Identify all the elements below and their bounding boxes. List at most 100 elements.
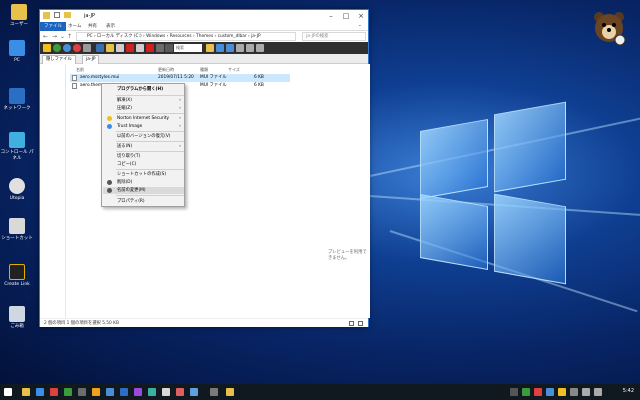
tiles-icon[interactable] (256, 44, 264, 52)
tray-icon[interactable] (534, 388, 542, 396)
desktop-icon-network[interactable]: ネットワーク (0, 88, 34, 112)
column-size[interactable]: サイズ (228, 67, 240, 73)
folder-icon[interactable] (206, 44, 214, 52)
page-icon[interactable] (136, 44, 144, 52)
search-input[interactable]: ja-JPの検索 (302, 32, 366, 41)
menu-item-extract[interactable]: 解凍(X) › (117, 97, 183, 104)
desktop-icon-control-panel[interactable]: コントロール パネル (0, 132, 34, 162)
desktop-icon-user[interactable]: ユーザー (2, 4, 36, 28)
explorer-icon[interactable] (22, 388, 30, 396)
up-arrow-icon[interactable]: ↑ (67, 33, 72, 40)
volume-icon[interactable] (582, 388, 590, 396)
app-icon[interactable] (148, 388, 156, 396)
copy-icon[interactable] (96, 44, 104, 52)
app-icon[interactable] (134, 388, 142, 396)
browser-icon[interactable] (36, 388, 44, 396)
title-bar[interactable]: ja-JP – □ × (40, 10, 368, 22)
tray-icon[interactable] (510, 388, 518, 396)
details-icon[interactable] (246, 44, 254, 52)
menu-item-compress[interactable]: 圧縮(Z) › (117, 105, 183, 112)
menu-item-open-with[interactable]: プログラムから開く(H) (117, 86, 183, 93)
table-row[interactable]: aero.msstyles.mui 2019/07/11 5:20 MUI ファ… (70, 74, 290, 82)
network-icon[interactable] (594, 388, 602, 396)
folder-icon (43, 12, 50, 19)
app-icon[interactable] (120, 388, 128, 396)
column-name[interactable]: 名前 (76, 67, 84, 73)
tab-home[interactable]: ホーム (68, 23, 81, 29)
menu-separator (116, 141, 184, 142)
search-icon[interactable] (165, 44, 173, 52)
menu-item-restore-previous[interactable]: 以前のバージョンの復元(V) (117, 133, 183, 140)
explorer-window[interactable]: ja-JP – □ × ファイル ホーム 共有 表示 ⌄ ← → ⌄ ↑ PC … (39, 9, 370, 327)
cut-icon[interactable] (146, 44, 154, 52)
app-icon[interactable] (92, 388, 100, 396)
bear-clock-widget-icon[interactable] (592, 10, 626, 46)
menu-item-properties[interactable]: プロパティ(R) (117, 198, 183, 205)
tray-icon[interactable] (570, 388, 578, 396)
tab-file[interactable]: ファイル (40, 22, 66, 31)
star-icon[interactable] (43, 44, 51, 52)
globe-icon[interactable] (63, 44, 71, 52)
recent-chevron-icon[interactable]: ⌄ (60, 33, 65, 40)
view-icon[interactable] (216, 44, 224, 52)
app-icon[interactable] (64, 388, 72, 396)
menu-item-rename[interactable]: 名前の変更(M) (103, 187, 184, 194)
back-arrow-icon[interactable]: ← (43, 33, 48, 40)
view-icon[interactable] (226, 44, 234, 52)
new-folder-icon[interactable] (64, 12, 71, 18)
minimize-icon[interactable]: – (324, 10, 338, 22)
menu-item-create-shortcut[interactable]: ショートカットの作成(S) (117, 171, 183, 178)
tab-hidden-files[interactable]: 隠しファイル (42, 55, 76, 64)
properties-icon[interactable] (54, 12, 60, 18)
tray-icon[interactable] (558, 388, 566, 396)
desktop-icon-create-link[interactable]: Create Link (0, 264, 34, 288)
app-icon[interactable] (162, 388, 170, 396)
menu-item-norton[interactable]: Norton Internet Security › (117, 115, 183, 122)
taskbar-clock[interactable]: 5:42 (623, 388, 634, 394)
refresh-icon[interactable] (53, 44, 61, 52)
folder-icon[interactable] (106, 44, 114, 52)
forward-arrow-icon[interactable]: → (52, 33, 57, 40)
menu-item-copy[interactable]: コピー(C) (117, 161, 183, 168)
app-icon[interactable] (226, 388, 234, 396)
norton-icon (107, 116, 112, 121)
desktop-icon-pc[interactable]: PC (0, 40, 34, 64)
context-menu[interactable]: プログラムから開く(H) 解凍(X) › 圧縮(Z) › Norton Intern… (101, 83, 185, 207)
tab-view[interactable]: 表示 (106, 23, 115, 29)
app-icon[interactable] (50, 388, 58, 396)
menu-item-delete[interactable]: 削除(D) (117, 179, 183, 186)
tiles-view-icon[interactable] (358, 321, 363, 326)
start-windows-icon[interactable] (4, 388, 12, 396)
column-type[interactable]: 種類 (200, 67, 208, 73)
tab-ja-jp[interactable]: ja-JP (82, 55, 100, 64)
control-panel-icon (9, 132, 25, 148)
app-icon[interactable] (78, 388, 86, 396)
app-icon[interactable] (210, 388, 218, 396)
page-icon[interactable] (116, 44, 124, 52)
tool-icon[interactable] (83, 44, 91, 52)
address-input[interactable]: PC › ローカル ディスク (C:) › Windows › Resource… (76, 32, 296, 41)
settings-icon[interactable] (156, 44, 164, 52)
toolbar-search-input[interactable]: 検索 (174, 44, 202, 52)
column-date[interactable]: 更新日時 (158, 67, 174, 73)
desktop-icon-shortcut[interactable]: ショートカット (0, 218, 34, 242)
ribbon-expand-icon[interactable]: ⌄ (358, 23, 362, 28)
details-view-icon[interactable] (349, 321, 354, 326)
desktop-icon-utopia[interactable]: Utopia (0, 178, 34, 202)
maximize-icon[interactable]: □ (339, 10, 353, 22)
app-icon[interactable] (176, 388, 184, 396)
tray-icon[interactable] (546, 388, 554, 396)
menu-item-send-to[interactable]: 送る(N) › (117, 143, 183, 150)
close-icon[interactable]: × (354, 10, 368, 22)
tray-icon[interactable] (522, 388, 530, 396)
app-icon[interactable] (106, 388, 114, 396)
menu-item-trust-image[interactable]: Trust Image › (117, 123, 183, 130)
delete-icon[interactable] (126, 44, 134, 52)
tab-share[interactable]: 共有 (88, 23, 97, 29)
stop-icon[interactable] (73, 44, 81, 52)
list-icon[interactable] (236, 44, 244, 52)
desktop-icon-recycle-bin[interactable]: ごみ箱 (0, 306, 34, 330)
app-icon[interactable] (190, 388, 198, 396)
menu-item-cut[interactable]: 切り取り(T) (117, 153, 183, 160)
navigation-pane[interactable] (40, 64, 66, 318)
